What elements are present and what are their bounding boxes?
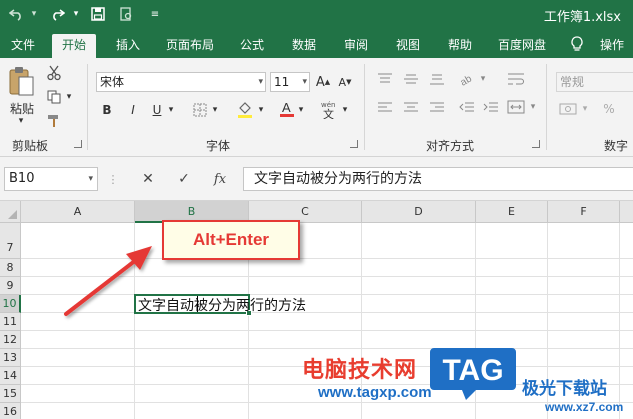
alt-enter-callout: Alt+Enter xyxy=(162,220,300,260)
tag-logo: TAG xyxy=(430,348,516,400)
watermark-url: www.tagxp.com xyxy=(318,384,432,401)
watermark-text: 电脑技术网 xyxy=(302,358,418,383)
watermark-site-name: 极光下载站 xyxy=(522,379,607,399)
watermark-site-url: www.xz7.com xyxy=(545,400,624,414)
tag-logo-text: TAG xyxy=(442,354,503,387)
